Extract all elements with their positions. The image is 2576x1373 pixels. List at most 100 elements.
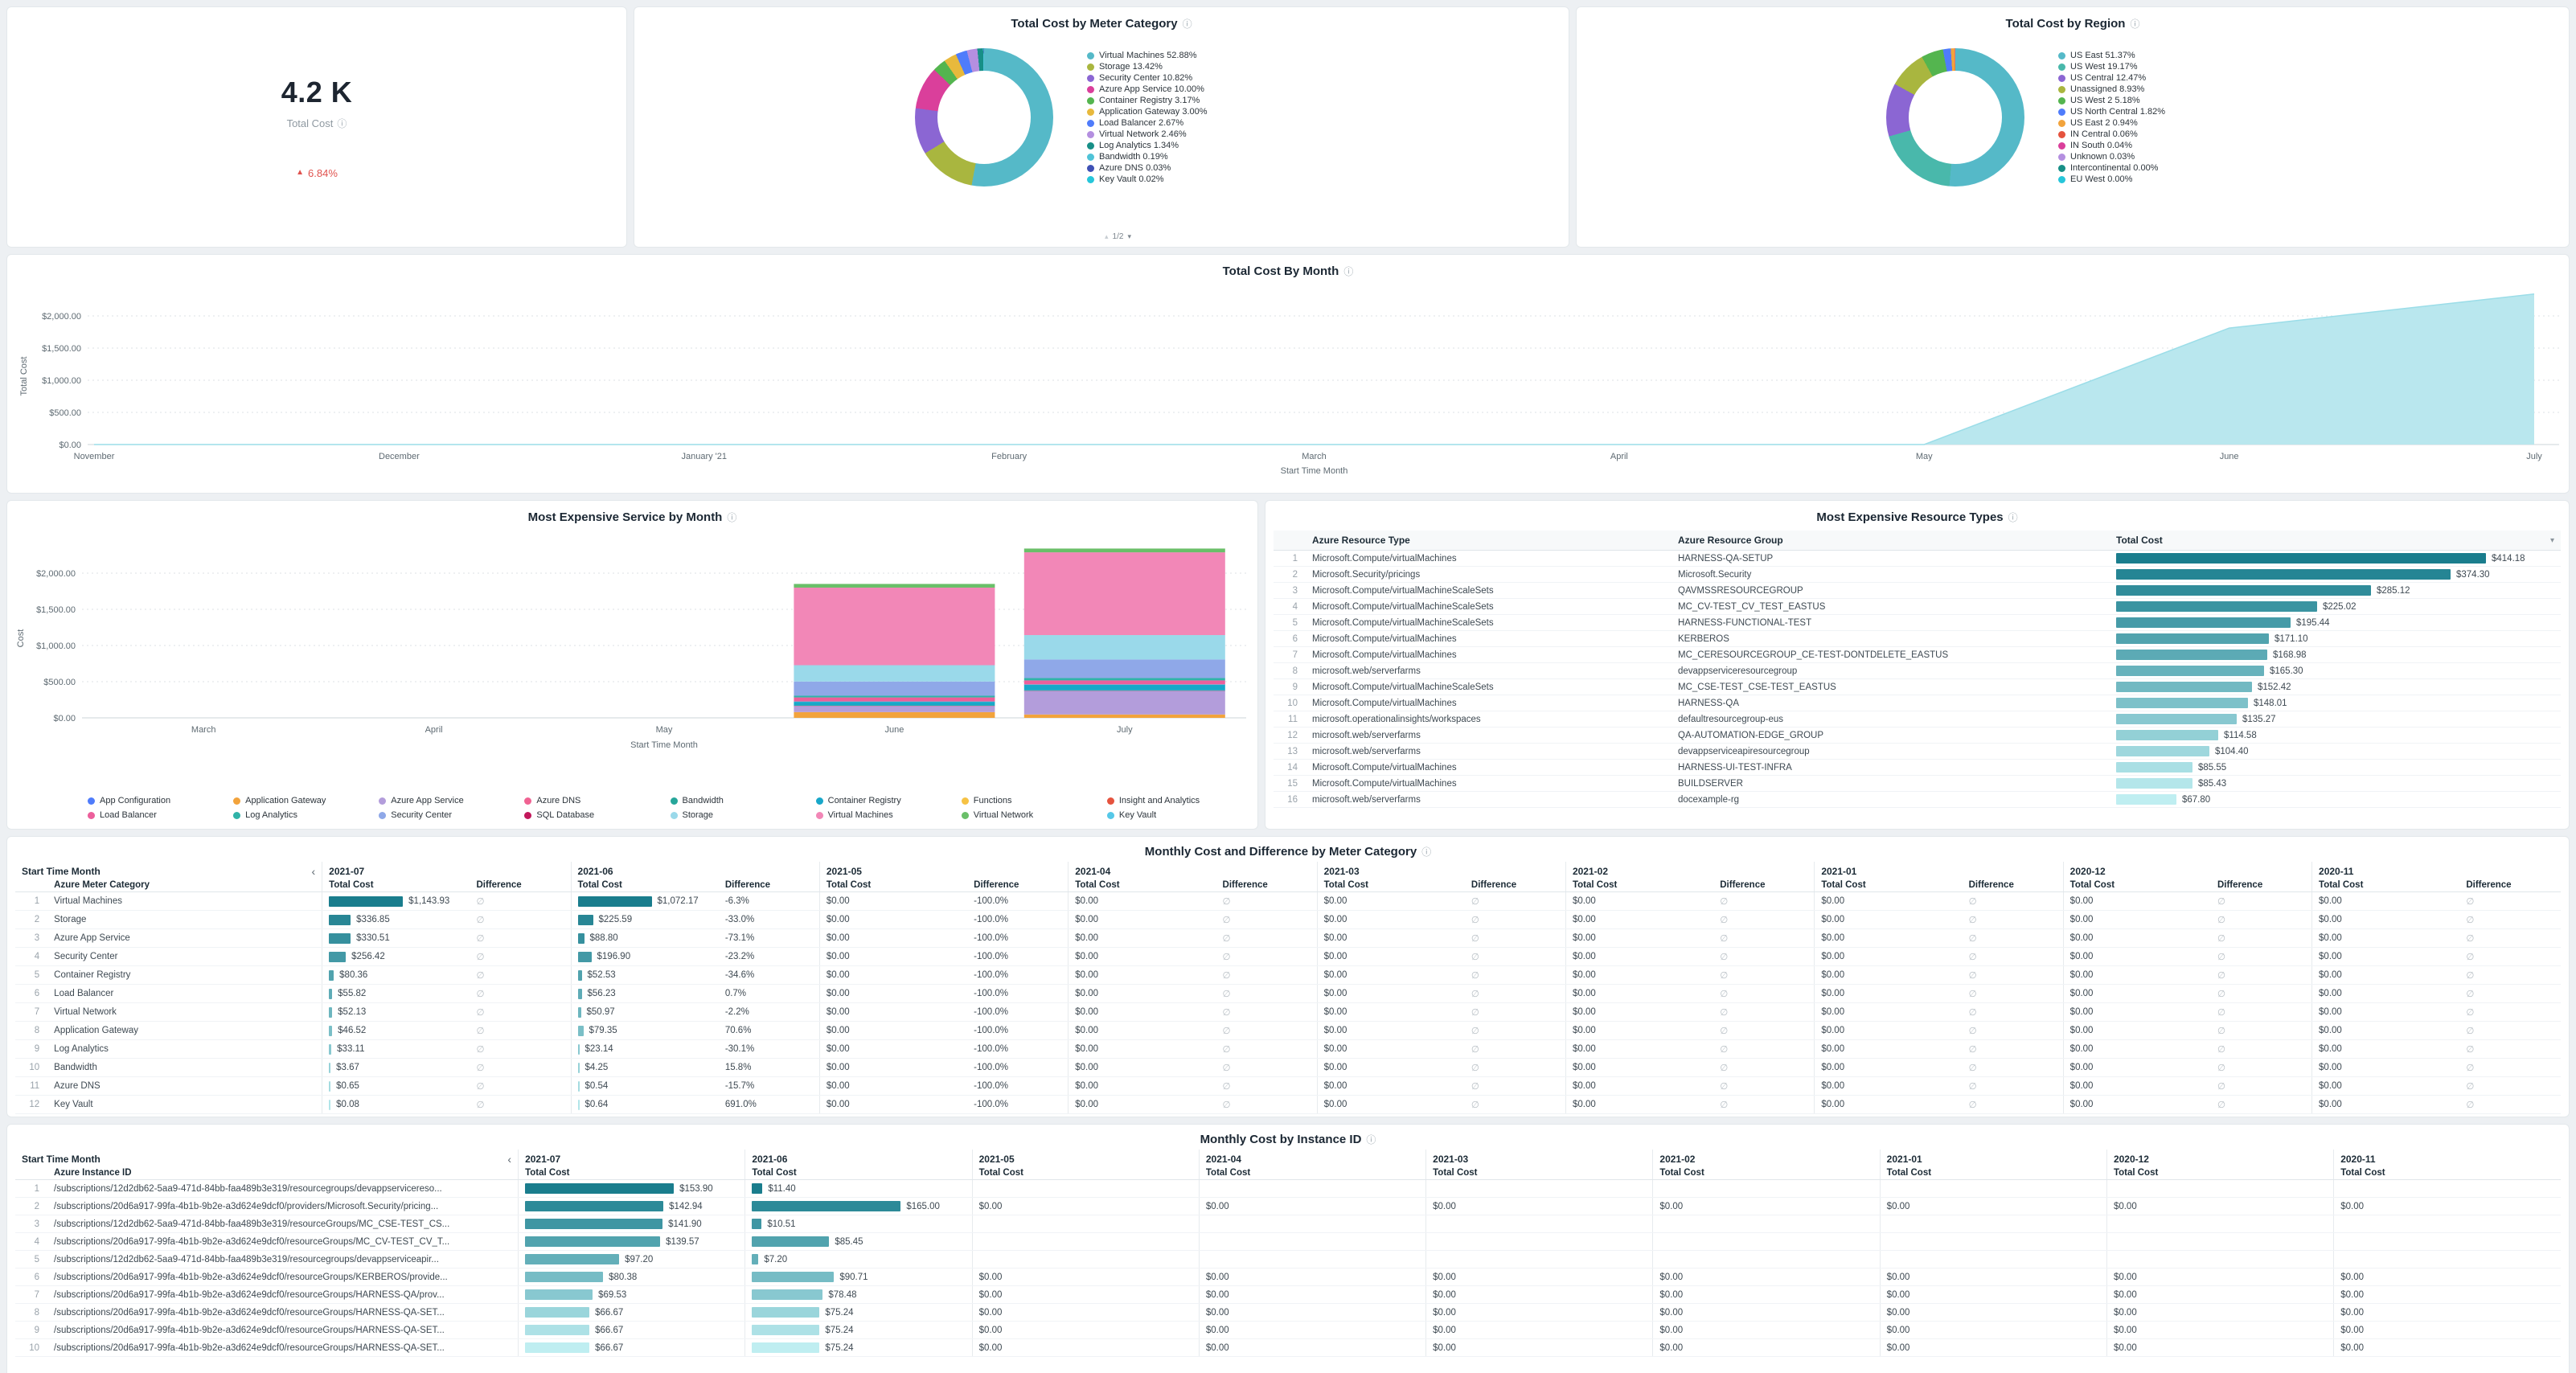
bar-segment[interactable]: [1024, 691, 1225, 715]
table-row[interactable]: 8/subscriptions/20d6a917-99fa-4b1b-9b2e-…: [15, 1304, 2561, 1322]
month-header[interactable]: 2020-11: [2312, 862, 2561, 879]
legend-item[interactable]: IN Central 0.06%: [2058, 129, 2259, 140]
col-header-resource-type[interactable]: Azure Resource Type: [1306, 531, 1672, 551]
table-row[interactable]: 1/subscriptions/12d2db62-5aa9-471d-84bb-…: [15, 1180, 2561, 1198]
month-header[interactable]: 2021-04: [1199, 1150, 1425, 1166]
difference-header[interactable]: Difference: [1216, 879, 1318, 892]
month-header[interactable]: 2021-06: [571, 862, 819, 879]
total-cost-header[interactable]: Total Cost: [1069, 879, 1216, 892]
legend-item[interactable]: Log Analytics: [233, 810, 374, 821]
month-header[interactable]: 2020-12: [2106, 1150, 2333, 1166]
table-row[interactable]: 5Container Registry$80.36∅$52.53-34.6%$0…: [15, 966, 2561, 985]
info-icon[interactable]: ⓘ: [2130, 17, 2139, 31]
legend-item[interactable]: Load Balancer: [88, 810, 228, 821]
col-header-total-cost[interactable]: Total Cost ▾: [2110, 531, 2561, 551]
legend-item[interactable]: Log Analytics 1.34%: [1087, 141, 1288, 151]
bar-segment[interactable]: [794, 702, 995, 706]
table-row[interactable]: 6Microsoft.Compute/virtualMachinesKERBER…: [1274, 631, 2561, 647]
table-row[interactable]: 10Microsoft.Compute/virtualMachinesHARNE…: [1274, 695, 2561, 711]
legend-item[interactable]: Security Center: [379, 810, 519, 821]
legend-item[interactable]: US East 51.37%: [2058, 51, 2259, 61]
table-row[interactable]: 7Virtual Network$52.13∅$50.97-2.2%$0.00-…: [15, 1003, 2561, 1022]
total-cost-header[interactable]: Total Cost: [519, 1166, 745, 1180]
legend-item[interactable]: Container Registry: [816, 796, 957, 806]
difference-header[interactable]: Difference: [2459, 879, 2561, 892]
legend-item[interactable]: Azure DNS 0.03%: [1087, 163, 1288, 174]
table-row[interactable]: 1Virtual Machines$1,143.93∅$1,072.17-6.3…: [15, 892, 2561, 911]
bar-segment[interactable]: [1024, 635, 1225, 659]
difference-header[interactable]: Difference: [719, 879, 820, 892]
legend-item[interactable]: US West 2 5.18%: [2058, 96, 2259, 106]
table-row[interactable]: 2/subscriptions/20d6a917-99fa-4b1b-9b2e-…: [15, 1198, 2561, 1215]
sort-icon[interactable]: ▾: [2550, 536, 2554, 545]
bar-segment[interactable]: [794, 702, 995, 703]
total-cost-header[interactable]: Total Cost: [1880, 1166, 2106, 1180]
collapse-icon[interactable]: ‹: [311, 865, 315, 878]
bar-segment[interactable]: [794, 706, 995, 712]
table-row[interactable]: 3Azure App Service$330.51∅$88.80-73.1%$0…: [15, 929, 2561, 948]
month-header[interactable]: 2020-11: [2334, 1150, 2561, 1166]
table-row[interactable]: 10/subscriptions/20d6a917-99fa-4b1b-9b2e…: [15, 1339, 2561, 1357]
month-header[interactable]: 2021-02: [1565, 862, 1814, 879]
table-row[interactable]: 13microsoft.web/serverfarmsdevappservice…: [1274, 744, 2561, 760]
legend-item[interactable]: Virtual Machines 52.88%: [1087, 51, 1288, 61]
month-header[interactable]: 2021-04: [1069, 862, 1317, 879]
table-row[interactable]: 12microsoft.web/serverfarmsQA-AUTOMATION…: [1274, 727, 2561, 744]
info-icon[interactable]: ⓘ: [1183, 17, 1192, 31]
month-header[interactable]: 2021-02: [1653, 1150, 1880, 1166]
month-header[interactable]: 2021-01: [1815, 862, 2063, 879]
table-row[interactable]: 16microsoft.web/serverfarmsdocexample-rg…: [1274, 792, 2561, 808]
legend-item[interactable]: Load Balancer 2.67%: [1087, 118, 1288, 129]
bar-segment[interactable]: [794, 682, 995, 696]
difference-header[interactable]: Difference: [1465, 879, 1566, 892]
month-header[interactable]: 2020-12: [2063, 862, 2311, 879]
bar-segment[interactable]: [1024, 715, 1225, 718]
table-row[interactable]: 9/subscriptions/20d6a917-99fa-4b1b-9b2e-…: [15, 1322, 2561, 1339]
info-icon[interactable]: ⓘ: [2008, 510, 2018, 524]
legend-item[interactable]: Container Registry 3.17%: [1087, 96, 1288, 106]
difference-header[interactable]: Difference: [1713, 879, 1815, 892]
total-cost-header[interactable]: Total Cost: [972, 1166, 1199, 1180]
total-cost-header[interactable]: Total Cost: [322, 879, 470, 892]
legend-item[interactable]: Key Vault: [1107, 810, 1248, 821]
table-row[interactable]: 9Log Analytics$33.11∅$23.14-30.1%$0.00-1…: [15, 1040, 2561, 1059]
table-row[interactable]: 2Storage$336.85∅$225.59-33.0%$0.00-100.0…: [15, 911, 2561, 929]
legend-item[interactable]: US West 19.17%: [2058, 62, 2259, 72]
table-row[interactable]: 6Load Balancer$55.82∅$56.230.7%$0.00-100…: [15, 985, 2561, 1003]
month-header[interactable]: 2021-05: [972, 1150, 1199, 1166]
info-icon[interactable]: ⓘ: [337, 117, 347, 130]
total-cost-header[interactable]: Total Cost: [1815, 879, 1963, 892]
info-icon[interactable]: ⓘ: [1421, 845, 1431, 859]
month-header[interactable]: 2021-06: [745, 1150, 972, 1166]
month-header[interactable]: 2021-03: [1426, 1150, 1653, 1166]
bar-segment[interactable]: [794, 696, 995, 698]
bar-segment[interactable]: [794, 588, 995, 666]
total-cost-header[interactable]: Total Cost: [2063, 879, 2211, 892]
table-row[interactable]: 5/subscriptions/12d2db62-5aa9-471d-84bb-…: [15, 1251, 2561, 1268]
table-row[interactable]: 11microsoft.operationalinsights/workspac…: [1274, 711, 2561, 727]
bar-segment[interactable]: [1024, 684, 1225, 685]
table-row[interactable]: 10Bandwidth$3.67∅$4.2515.8%$0.00-100.0%$…: [15, 1059, 2561, 1077]
table-row[interactable]: 4Microsoft.Compute/virtualMachineScaleSe…: [1274, 599, 2561, 615]
total-cost-header[interactable]: Total Cost: [745, 1166, 972, 1180]
legend-item[interactable]: Unassigned 8.93%: [2058, 84, 2259, 95]
legend-item[interactable]: Functions: [962, 796, 1102, 806]
table-row[interactable]: 14Microsoft.Compute/virtualMachinesHARNE…: [1274, 760, 2561, 776]
legend-item[interactable]: EU West 0.00%: [2058, 174, 2259, 185]
legend-item[interactable]: Application Gateway 3.00%: [1087, 107, 1288, 117]
table-row[interactable]: 3/subscriptions/12d2db62-5aa9-471d-84bb-…: [15, 1215, 2561, 1233]
total-cost-header[interactable]: Total Cost: [1317, 879, 1465, 892]
legend-item[interactable]: Storage 13.42%: [1087, 62, 1288, 72]
bar-segment[interactable]: [1024, 552, 1225, 635]
legend-item[interactable]: Intercontinental 0.00%: [2058, 163, 2259, 174]
row-dimension-header[interactable]: Azure Instance ID: [47, 1166, 519, 1180]
table-row[interactable]: 1Microsoft.Compute/virtualMachinesHARNES…: [1274, 551, 2561, 567]
region-donut-chart[interactable]: [1886, 48, 2024, 186]
table-row[interactable]: 8Application Gateway$46.52∅$79.3570.6%$0…: [15, 1022, 2561, 1040]
total-cost-header[interactable]: Total Cost: [1199, 1166, 1425, 1180]
info-icon[interactable]: ⓘ: [1343, 264, 1353, 278]
col-header-resource-group[interactable]: Azure Resource Group: [1672, 531, 2110, 551]
cost-by-month-chart[interactable]: $0.00$500.00$1,000.00$1,500.00$2,000.00N…: [14, 285, 2570, 486]
table-row[interactable]: 6/subscriptions/20d6a917-99fa-4b1b-9b2e-…: [15, 1268, 2561, 1286]
legend-item[interactable]: Storage: [671, 810, 811, 821]
